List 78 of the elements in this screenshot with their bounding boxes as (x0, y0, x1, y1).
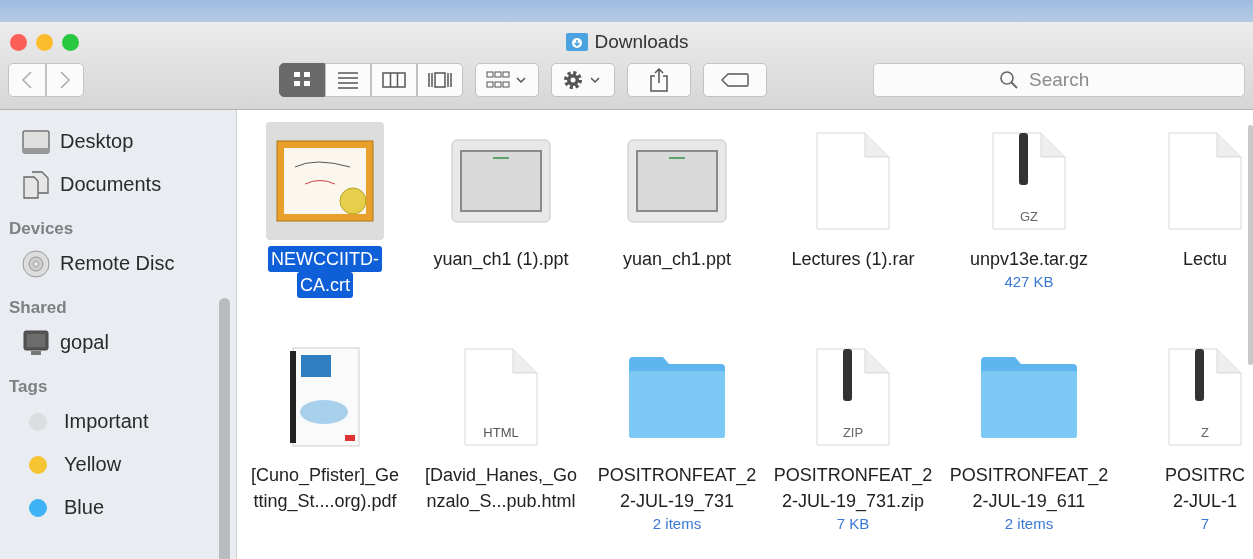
document-icon (1165, 131, 1245, 231)
archive-icon: GZ (989, 131, 1069, 231)
file-icon-highlight[interactable]: GZ (970, 122, 1088, 240)
tag-icon (720, 72, 750, 88)
documents-icon (22, 170, 50, 199)
file-name[interactable]: 2-JUL-19_731.zip (778, 488, 928, 514)
sidebar-item[interactable]: Blue (64, 496, 105, 519)
sidebar-item[interactable]: Remote Disc (60, 252, 175, 275)
search-field[interactable]: Search (873, 63, 1245, 97)
file-name[interactable]: 2-JUL-19_731 (616, 488, 738, 514)
file-name[interactable]: unpv13e.tar.gz (966, 246, 1092, 272)
archive-icon: ZIP (813, 347, 893, 447)
document-icon (813, 131, 893, 231)
slide-icon (627, 139, 727, 223)
file-name[interactable]: Lectu (1179, 246, 1230, 272)
file-name[interactable]: 2-JUL-1 (1169, 488, 1240, 514)
arrange-button[interactable] (475, 63, 539, 97)
sidebar-section-header: Shared (8, 297, 68, 319)
list-view-button[interactable] (325, 63, 371, 97)
icons-view-button[interactable] (279, 63, 325, 97)
scrollbar[interactable] (1248, 125, 1253, 365)
zoom-button[interactable] (62, 34, 79, 51)
share-icon (649, 67, 669, 93)
minimize-button[interactable] (36, 34, 53, 51)
book-cover-icon (289, 347, 361, 447)
scrollbar[interactable] (219, 298, 230, 559)
file-info: 7 (1200, 515, 1210, 532)
sidebar-item[interactable]: Yellow (64, 453, 122, 476)
file-info: 2 items (1004, 515, 1054, 532)
file-info: 2 items (652, 515, 702, 532)
folder-icon (979, 355, 1079, 439)
file-name[interactable]: POSITRONFEAT_2 (594, 462, 760, 488)
file-name[interactable]: Lectures (1).rar (788, 246, 918, 272)
back-button[interactable] (8, 63, 46, 97)
sidebar-item[interactable]: Desktop (60, 130, 134, 153)
sidebar-item[interactable]: gopal (60, 331, 109, 354)
file-name[interactable]: [David_Hanes,_Go (421, 462, 581, 488)
sidebar-section-header: Devices (8, 218, 75, 240)
file-name[interactable]: tting_St....org).pdf (250, 488, 400, 514)
search-icon (999, 70, 1019, 90)
file-name[interactable]: POSITRONFEAT_2 (946, 462, 1112, 488)
file-name[interactable]: [Cuno_Pfister]_Ge (247, 462, 403, 488)
file-info: 427 KB (1004, 273, 1054, 290)
window-title: Downloads (594, 31, 689, 53)
disc-icon (22, 249, 50, 278)
file-name[interactable]: NEWCCIITD- (268, 246, 382, 272)
tag-button[interactable] (703, 63, 767, 97)
document-icon: HTML (461, 347, 541, 447)
file-name[interactable]: yuan_ch1.ppt (619, 246, 735, 272)
downloads-folder-icon (564, 32, 589, 52)
close-button[interactable] (10, 34, 27, 51)
forward-button[interactable] (46, 63, 84, 97)
file-name[interactable]: 2-JUL-19_611 (969, 488, 1089, 514)
file-info: 7 KB (836, 515, 870, 532)
archive-icon: Z (1165, 347, 1245, 447)
file-icon-highlight[interactable]: ZIP (794, 338, 912, 456)
file-name[interactable]: yuan_ch1 (1).ppt (430, 246, 572, 272)
file-icon-highlight[interactable]: HTML (442, 338, 560, 456)
columns-view-button[interactable] (371, 63, 417, 97)
computer-icon (22, 328, 50, 357)
share-button[interactable] (627, 63, 691, 97)
file-icon-highlight[interactable]: Z (1146, 338, 1253, 456)
coverflow-view-button[interactable] (417, 63, 463, 97)
folder-icon (627, 355, 727, 439)
action-button[interactable] (551, 63, 615, 97)
grid-dropdown-icon (485, 69, 529, 91)
file-name[interactable]: POSITRONFEAT_2 (770, 462, 936, 488)
sidebar-section-header: Tags (8, 376, 49, 398)
slide-icon (451, 139, 551, 223)
certificate-icon (275, 139, 375, 223)
file-name[interactable]: CA.crt (297, 272, 353, 298)
sidebar-item[interactable]: Documents (60, 173, 162, 196)
sidebar-item[interactable]: Important (64, 410, 149, 433)
chevron-left-icon (21, 70, 33, 90)
desktop-icon (22, 129, 50, 154)
file-name[interactable]: nzalo_S...pub.html (423, 488, 579, 514)
file-name[interactable]: POSITRC (1162, 462, 1248, 488)
chevron-right-icon (59, 70, 71, 90)
